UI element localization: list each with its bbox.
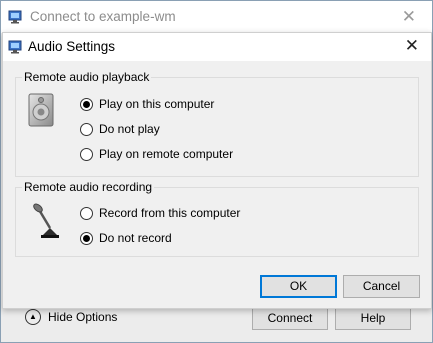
- radio-play-on-this-computer[interactable]: Play on this computer: [80, 97, 214, 111]
- radio-label: Record from this computer: [99, 206, 241, 220]
- cancel-button[interactable]: Cancel: [343, 275, 420, 298]
- ok-button[interactable]: OK: [260, 275, 337, 298]
- hide-options-label: Hide Options: [48, 310, 118, 324]
- speaker-icon: [28, 93, 54, 127]
- audio-settings-dialog: Audio Settings ✕ Remote audio playback P…: [2, 32, 432, 309]
- playback-group-label: Remote audio playback: [22, 70, 152, 84]
- hide-options-toggle[interactable]: ▲ Hide Options: [25, 307, 117, 327]
- dialog-title: Audio Settings: [28, 39, 116, 54]
- radio-button[interactable]: [80, 122, 93, 136]
- dialog-close-icon[interactable]: ✕: [405, 36, 419, 56]
- help-button[interactable]: Help: [335, 306, 411, 330]
- remote-desktop-icon: [8, 10, 22, 24]
- radio-label: Play on remote computer: [99, 147, 234, 161]
- dialog-title-bar: Audio Settings ✕: [3, 33, 431, 61]
- recording-group: Remote audio recording Record from this …: [15, 180, 419, 257]
- radio-record-from-this-computer[interactable]: Record from this computer: [80, 206, 240, 220]
- connection-window-title: Connect to example-wm: [30, 9, 176, 24]
- radio-label: Do not record: [99, 231, 172, 245]
- microphone-icon: [33, 203, 59, 238]
- radio-do-not-play[interactable]: Do not play: [80, 122, 160, 136]
- connection-title-bar: Connect to example-wm ✕: [1, 1, 432, 33]
- connect-button[interactable]: Connect: [252, 306, 328, 330]
- radio-button[interactable]: [80, 231, 93, 245]
- radio-play-on-remote-computer[interactable]: Play on remote computer: [80, 147, 233, 161]
- radio-button[interactable]: [80, 97, 93, 111]
- chevron-up-icon: ▲: [25, 309, 41, 325]
- radio-label: Do not play: [99, 122, 160, 136]
- radio-button[interactable]: [80, 206, 93, 220]
- connection-close-icon[interactable]: ✕: [402, 7, 416, 27]
- recording-group-label: Remote audio recording: [22, 180, 155, 194]
- radio-do-not-record[interactable]: Do not record: [80, 231, 172, 245]
- playback-group: Remote audio playback Play on this compu…: [15, 70, 419, 177]
- radio-button[interactable]: [80, 147, 93, 161]
- radio-label: Play on this computer: [99, 97, 215, 111]
- remote-desktop-icon: [8, 40, 22, 54]
